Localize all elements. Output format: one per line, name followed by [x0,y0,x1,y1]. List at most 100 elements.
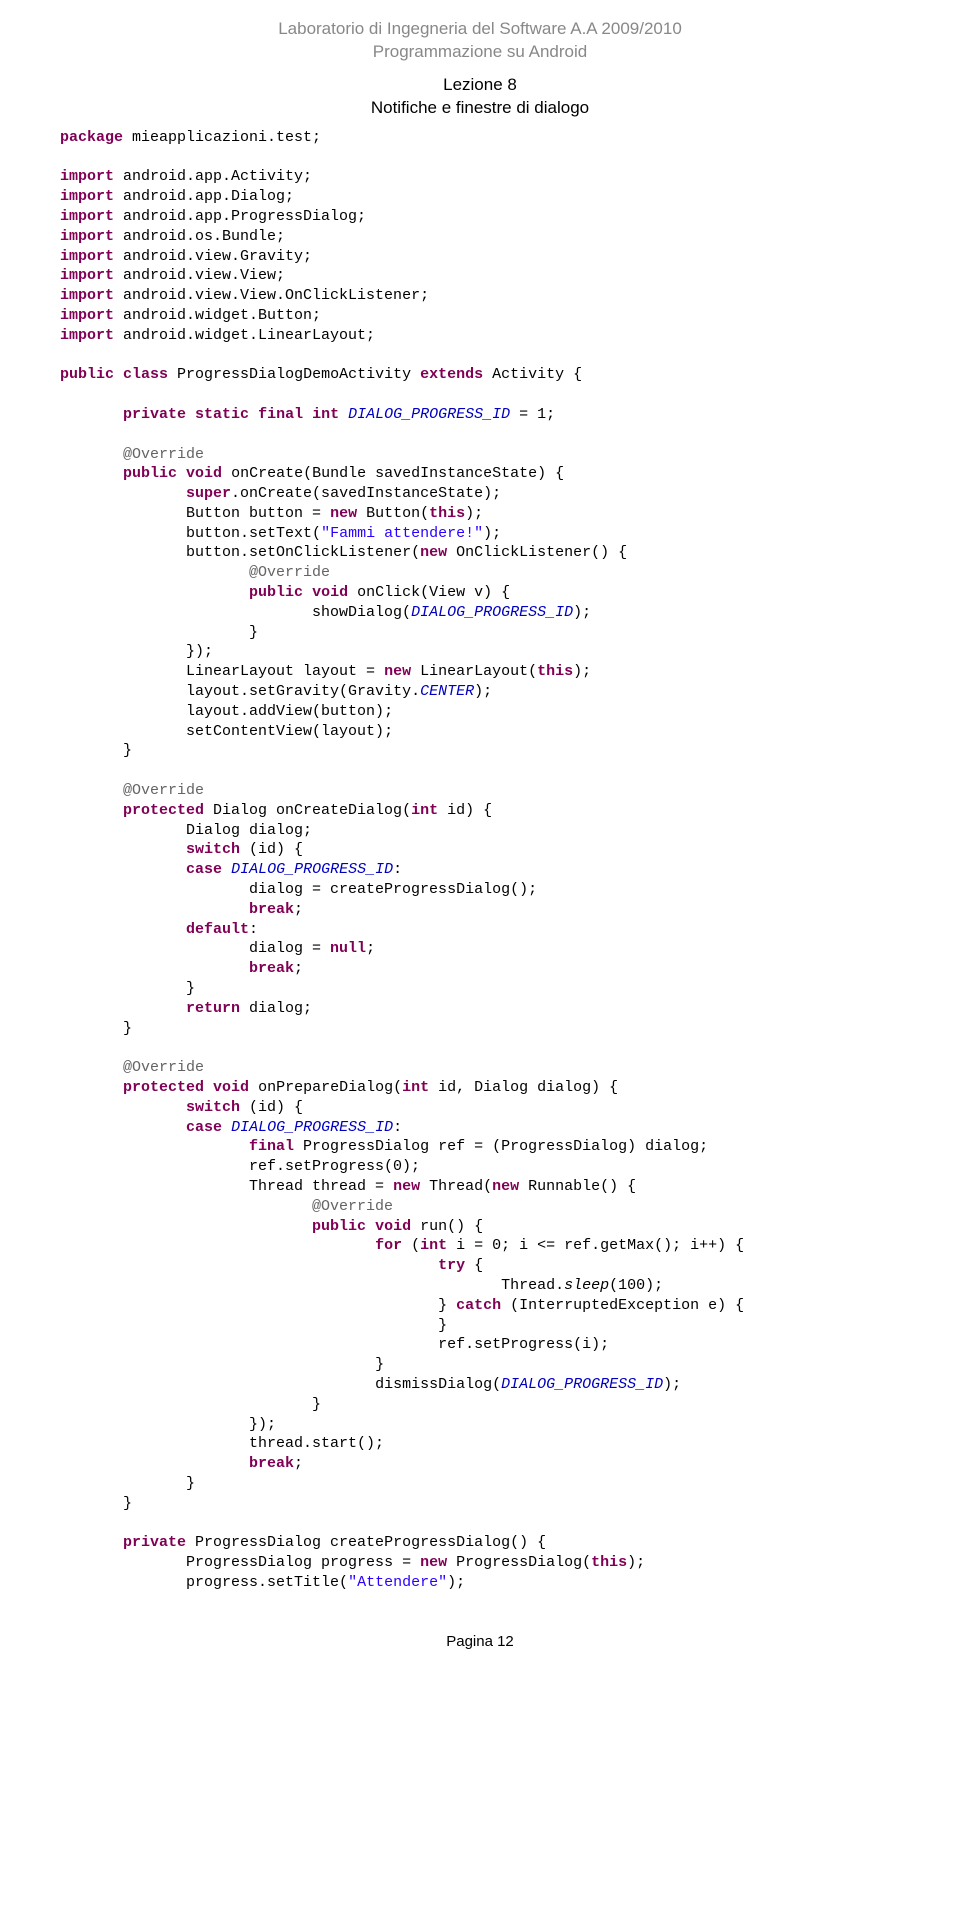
txt: ); [483,525,501,542]
txt: dialog = createProgressDialog(); [249,881,537,898]
txt: : [393,861,402,878]
kw: new [492,1178,519,1195]
kw: public [60,366,114,383]
const: DIALOG_PROGRESS_ID [501,1376,663,1393]
txt: } [438,1297,447,1314]
txt: onCreate(Bundle savedInstanceState) { [222,465,564,482]
lesson-line2: Notifiche e finestre di dialogo [371,98,589,117]
kw: return [186,1000,240,1017]
kw: protected [123,1079,204,1096]
header-line2: Programmazione su Android [373,42,588,61]
kw: switch [186,1099,240,1116]
kw: this [429,505,465,522]
ann: @Override [123,782,204,799]
kw: int [312,406,339,423]
txt: } [123,742,132,759]
kw: new [384,663,411,680]
txt: run() { [411,1218,483,1235]
ann: @Override [249,564,330,581]
kw: import [60,228,114,245]
kw: null [330,940,366,957]
code-block: package mieapplicazioni.test; import and… [60,128,900,1593]
txt: ProgressDialog progress = [186,1554,420,1571]
kw: import [60,208,114,225]
kw: private [123,1534,186,1551]
kw: import [60,327,114,344]
txt: }); [249,1416,276,1433]
txt: button.setOnClickListener( [186,544,420,561]
txt: android.view.Gravity; [114,248,312,265]
ann: @Override [123,446,204,463]
kw: protected [123,802,204,819]
kw: final [249,1138,294,1155]
kw: new [420,1554,447,1571]
kw: import [60,287,114,304]
txt: LinearLayout( [411,663,537,680]
kw: public [123,465,177,482]
txt: ; [366,940,375,957]
txt: } [375,1356,384,1373]
txt: dialog; [240,1000,312,1017]
const: DIALOG_PROGRESS_ID [231,1119,393,1136]
txt: ); [573,604,591,621]
txt: dismissDialog( [375,1376,501,1393]
txt: Button( [357,505,429,522]
kw: import [60,307,114,324]
txt: Activity { [483,366,582,383]
kw: import [60,188,114,205]
kw: int [411,802,438,819]
txt: mieapplicazioni.test; [123,129,321,146]
txt: (100); [609,1277,663,1294]
txt: { [465,1257,483,1274]
kw: import [60,267,114,284]
kw: class [123,366,168,383]
txt: android.widget.Button; [114,307,321,324]
txt: layout.setGravity(Gravity. [186,683,420,700]
txt: } [249,624,258,641]
txt: Thread. [501,1277,564,1294]
page-footer: Pagina 12 [60,1633,900,1650]
kw: void [213,1079,249,1096]
txt: progress.setTitle( [186,1574,348,1591]
ann: @Override [312,1198,393,1215]
kw: package [60,129,123,146]
txt: android.widget.LinearLayout; [114,327,375,344]
txt: android.os.Bundle; [114,228,285,245]
kw: void [186,465,222,482]
const: CENTER [420,683,474,700]
kw: void [312,584,348,601]
txt: Dialog dialog; [186,822,312,839]
txt: setContentView(layout); [186,723,393,740]
txt: ); [465,505,483,522]
header-line1: Laboratorio di Ingegneria del Software A… [278,19,682,38]
txt: (id) { [240,841,303,858]
txt: ProgressDialog( [447,1554,591,1571]
kw: static [195,406,249,423]
txt: android.view.View; [114,267,285,284]
txt: ); [474,683,492,700]
txt: ); [663,1376,681,1393]
txt: dialog = [249,940,330,957]
txt: onPrepareDialog( [249,1079,402,1096]
txt: android.app.Dialog; [114,188,294,205]
kw: switch [186,841,240,858]
kw: for [375,1237,402,1254]
kw: case [186,1119,222,1136]
txt: i = 0; i <= ref.getMax(); i++) { [447,1237,744,1254]
txt: ( [402,1237,420,1254]
kw: catch [456,1297,501,1314]
kw: public [249,584,303,601]
kw: import [60,168,114,185]
txt: } [186,1475,195,1492]
kw: public [312,1218,366,1235]
lesson-line1: Lezione 8 [443,75,517,94]
txt: ); [573,663,591,680]
txt: ref.setProgress(0); [249,1158,420,1175]
txt: ; [294,1455,303,1472]
kw: case [186,861,222,878]
kw: this [537,663,573,680]
kw: private [123,406,186,423]
txt: ; [294,960,303,977]
txt: android.view.View.OnClickListener; [114,287,429,304]
txt: ProgressDialog ref = (ProgressDialog) di… [294,1138,708,1155]
